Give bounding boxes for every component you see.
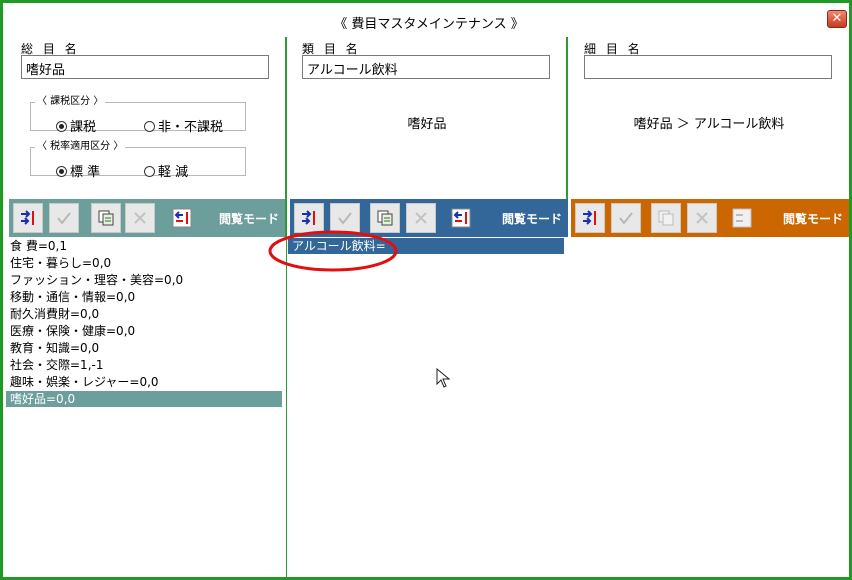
toolbar-detail: 閲覧モード	[571, 199, 849, 237]
copy-button[interactable]	[651, 203, 681, 233]
mode-label: 閲覧モード	[218, 212, 279, 226]
highlight-ellipse	[268, 230, 398, 272]
radio-label: 標 準	[70, 165, 101, 180]
list-item[interactable]: 医療・保険・健康=0,0	[10, 323, 135, 339]
list-item[interactable]: 耐久消費財=0,0	[10, 306, 99, 322]
tax-rate-group: 〈 税率適用区分 〉 標 準 軽 減	[30, 141, 246, 180]
radio-selected-icon	[56, 121, 67, 132]
sort-icon	[732, 208, 752, 228]
list-item[interactable]: 嗜好品=0,0	[6, 391, 282, 407]
mode-label: 閲覧モード	[782, 212, 843, 226]
copy-icon	[97, 209, 115, 227]
copy-button[interactable]	[91, 203, 121, 233]
radio-reduced-rate[interactable]: 軽 減	[144, 161, 188, 180]
detail-category-list	[569, 237, 849, 577]
copy-icon	[376, 209, 394, 227]
move-button[interactable]	[13, 203, 43, 233]
close-button[interactable]: ✕	[827, 10, 847, 28]
check-icon	[618, 211, 634, 225]
app-window: 《 費目マスタメインテナンス 》 ✕ 総 目 名 嗜好品 〈 課税区分 〉 課税…	[0, 0, 852, 580]
radio-label: 課税	[70, 120, 97, 135]
radio-unselected-icon	[144, 166, 155, 177]
window-title: 《 費目マスタメインテナンス 》	[334, 17, 524, 32]
radio-label: 軽 減	[158, 165, 189, 180]
tax-category-group: 〈 課税区分 〉 課税 非・不課税	[30, 96, 246, 135]
list-item[interactable]: 趣味・娯楽・レジャー=0,0	[10, 374, 159, 390]
list-item[interactable]: 住宅・暮らし=0,0	[10, 255, 111, 271]
move-icon	[300, 210, 318, 226]
tax-rate-legend: 〈 税率適用区分 〉	[37, 141, 124, 152]
delete-button[interactable]	[125, 203, 155, 233]
tax-category-legend: 〈 課税区分 〉	[37, 96, 104, 107]
list-item[interactable]: 教育・知識=0,0	[10, 340, 99, 356]
move-button[interactable]	[575, 203, 605, 233]
radio-taxable[interactable]: 課税	[56, 116, 96, 135]
radio-standard-rate[interactable]: 標 準	[56, 161, 100, 180]
move-icon	[19, 210, 37, 226]
delete-icon	[133, 211, 147, 225]
delete-button[interactable]	[406, 203, 436, 233]
mouse-cursor-icon	[436, 368, 450, 388]
sort-icon	[172, 208, 192, 228]
mode-label: 閲覧モード	[501, 212, 562, 226]
check-icon	[337, 211, 353, 225]
sub-category-field[interactable]: アルコール飲料	[302, 55, 550, 79]
sort-icon	[451, 208, 471, 228]
radio-selected-icon	[56, 166, 67, 177]
sort-button[interactable]	[167, 203, 197, 233]
list-item[interactable]: 社会・交際=1,-1	[10, 357, 103, 373]
breadcrumb: 嗜好品 ＞ アルコール飲料	[633, 117, 785, 132]
confirm-button[interactable]	[49, 203, 79, 233]
list-item[interactable]: 食 費=0,1	[10, 238, 67, 254]
breadcrumb: 嗜好品	[407, 117, 447, 132]
major-category-field[interactable]: 嗜好品	[21, 55, 269, 79]
sort-button[interactable]	[446, 203, 476, 233]
delete-icon	[695, 211, 709, 225]
close-icon: ✕	[831, 11, 843, 26]
list-item[interactable]: 移動・通信・情報=0,0	[10, 289, 135, 305]
radio-non-taxable[interactable]: 非・不課税	[144, 116, 223, 135]
copy-icon	[657, 209, 675, 227]
delete-icon	[414, 211, 428, 225]
radio-label: 非・不課税	[158, 120, 224, 135]
check-icon	[56, 211, 72, 225]
move-icon	[581, 210, 599, 226]
delete-button[interactable]	[687, 203, 717, 233]
major-category-list: 食 費=0,1 住宅・暮らし=0,0 ファッション・理容・美容=0,0 移動・通信・情…	[6, 237, 286, 577]
sub-category-list: アルコール飲料=	[288, 237, 568, 577]
confirm-button[interactable]	[611, 203, 641, 233]
list-item[interactable]: ファッション・理容・美容=0,0	[10, 272, 183, 288]
detail-category-field[interactable]	[584, 55, 832, 79]
toolbar-major: 閲覧モード	[9, 199, 285, 237]
sort-button[interactable]	[727, 203, 757, 233]
radio-unselected-icon	[144, 121, 155, 132]
